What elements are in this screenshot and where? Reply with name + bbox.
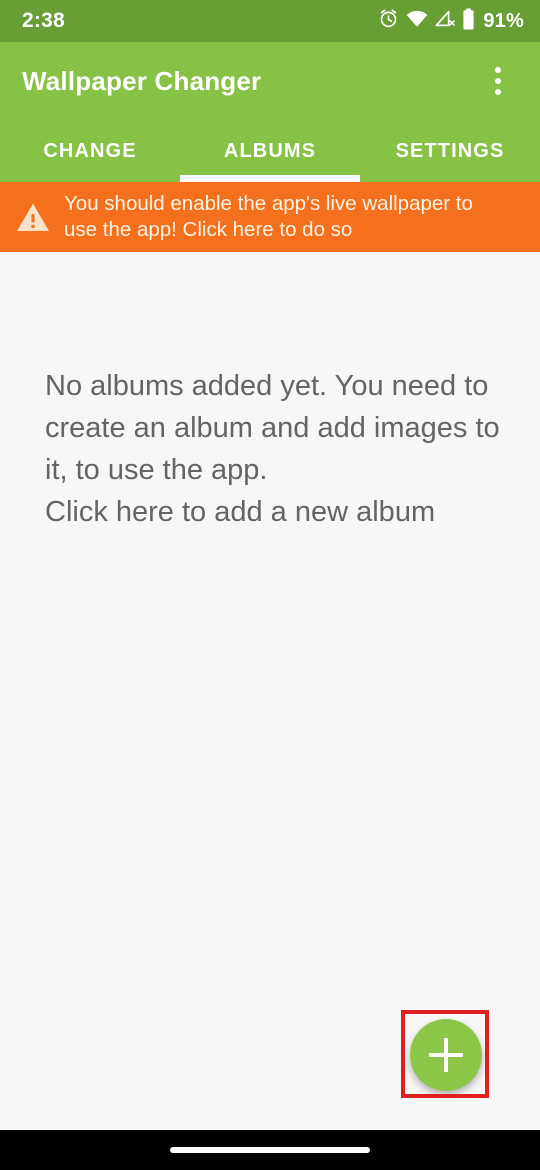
warning-line-2: use the app! Click here to do so xyxy=(64,218,353,241)
tab-bar: CHANGE ALBUMS SETTINGS xyxy=(0,120,540,182)
system-navigation-bar xyxy=(0,1130,540,1170)
battery-percent-label: 91% xyxy=(483,9,524,32)
active-tab-indicator xyxy=(180,175,360,182)
albums-content-area: No albums added yet. You need to create … xyxy=(0,252,540,1130)
battery-icon xyxy=(462,7,475,35)
cellular-no-service-icon xyxy=(435,9,456,34)
alarm-icon xyxy=(378,8,399,34)
empty-state-line-3: it, to use the app. xyxy=(45,454,268,486)
warning-banner-text: You should enable the app's live wallpap… xyxy=(64,191,473,243)
tab-change[interactable]: CHANGE xyxy=(0,120,180,182)
empty-albums-message[interactable]: No albums added yet. You need to create … xyxy=(45,365,500,533)
fab-highlight-box xyxy=(401,1010,489,1098)
overflow-dot-3 xyxy=(495,89,501,95)
warning-line-1: You should enable the app's live wallpap… xyxy=(64,192,473,215)
overflow-menu-icon[interactable] xyxy=(478,55,518,107)
tab-albums-label: ALBUMS xyxy=(223,139,317,162)
app-bar: Wallpaper Changer xyxy=(0,42,540,120)
empty-state-line-4: Click here to add a new album xyxy=(45,496,436,528)
status-bar: 2:38 91% xyxy=(0,0,540,42)
warning-triangle-icon xyxy=(10,202,56,233)
live-wallpaper-warning-banner[interactable]: You should enable the app's live wallpap… xyxy=(0,182,540,252)
tab-settings[interactable]: SETTINGS xyxy=(360,120,540,182)
tab-settings-label: SETTINGS xyxy=(395,139,505,162)
empty-state-line-1: No albums added yet. You need to xyxy=(45,370,489,402)
overflow-dot-2 xyxy=(495,78,501,84)
status-bar-clock: 2:38 xyxy=(22,9,65,32)
overflow-dot-1 xyxy=(495,67,501,73)
app-title: Wallpaper Changer xyxy=(22,65,262,96)
empty-state-line-2: create an album and add images to xyxy=(45,412,500,444)
tab-albums[interactable]: ALBUMS xyxy=(180,120,360,182)
status-bar-icons: 91% xyxy=(378,7,524,35)
home-gesture-pill[interactable] xyxy=(170,1147,370,1153)
wifi-icon xyxy=(406,9,428,34)
phone-screen: 2:38 91% Wallpaper Changer CHANGE ALBUMS… xyxy=(0,0,540,1170)
tab-change-label: CHANGE xyxy=(43,139,137,162)
